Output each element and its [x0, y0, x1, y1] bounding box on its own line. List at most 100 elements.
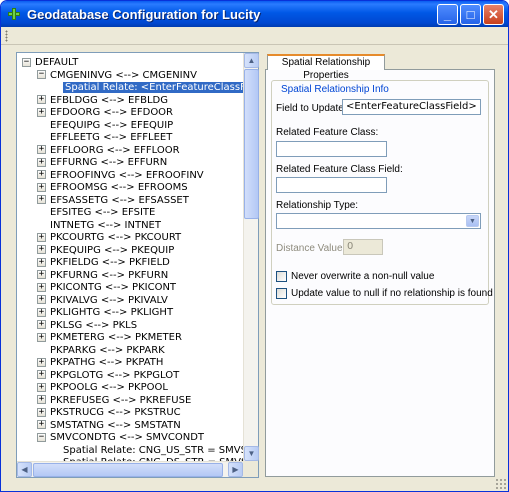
tree-node[interactable]: EFFLEETG <--> EFFLEET: [37, 131, 172, 144]
tree-node[interactable]: + EFBLDGG <--> EFBLDG: [37, 94, 168, 107]
never-overwrite-label[interactable]: Never overwrite a non-null value: [291, 271, 434, 282]
relationship-type-select[interactable]: ▼: [276, 213, 481, 229]
spatial-relationship-info-group: Spatial Relationship Info Field to Updat…: [271, 80, 493, 305]
tree-node[interactable]: + PKREFUSEG <--> PKREFUSE: [37, 394, 191, 407]
expand-plus-icon[interactable]: +: [37, 182, 46, 192]
scroll-left-icon[interactable]: ◀: [17, 462, 32, 477]
expand-plus-icon[interactable]: +: [37, 232, 46, 242]
collapse-minus-icon[interactable]: −: [37, 432, 46, 442]
tree-node[interactable]: + PKEQUIPG <--> PKEQUIP: [37, 244, 174, 257]
tree-node[interactable]: + PKICONTG <--> PKICONT: [37, 281, 176, 294]
horizontal-scroll-thumb[interactable]: [33, 463, 223, 477]
related-feature-class-field-input[interactable]: [276, 177, 387, 193]
tree-node-label: DEFAULT: [35, 57, 79, 68]
tree-node[interactable]: + EFROOMSG <--> EFROOMS: [37, 181, 188, 194]
maximize-button[interactable]: □: [460, 3, 481, 25]
tree-node-label: EFFLEETG <--> EFFLEET: [50, 132, 173, 143]
expand-plus-icon[interactable]: +: [37, 157, 46, 167]
vertical-scrollbar[interactable]: ▲ ▼: [243, 53, 259, 461]
horizontal-scrollbar[interactable]: ◀ ▶: [17, 461, 244, 477]
expand-plus-icon[interactable]: +: [37, 370, 46, 379]
panel-splitter[interactable]: [262, 53, 264, 477]
related-feature-class-label: Related Feature Class:: [276, 127, 379, 138]
tree-node[interactable]: PKPARKG <--> PKPARK: [37, 344, 165, 357]
tree-node[interactable]: + EFFLOORG <--> EFFLOOR: [37, 144, 180, 157]
update-null-checkbox[interactable]: [276, 288, 287, 299]
chevron-down-icon[interactable]: ▼: [466, 215, 479, 227]
expand-plus-icon[interactable]: +: [37, 107, 46, 117]
tree-view[interactable]: − DEFAULT − CMGENINVG <--> CMGENINV Spatial …: [16, 52, 259, 478]
tree-node[interactable]: + PKPATHG <--> PKPATH: [37, 356, 163, 369]
tree-node[interactable]: + PKFIELDG <--> PKFIELD: [37, 256, 170, 269]
expand-plus-icon[interactable]: +: [37, 95, 46, 104]
expand-plus-icon[interactable]: +: [37, 295, 46, 304]
tree-node[interactable]: + PKLIGHTG <--> PKLIGHT: [37, 306, 173, 319]
minimize-button[interactable]: _: [437, 3, 458, 25]
spatial-relate-item[interactable]: Spatial Relate: CNG_US_STR = SMVSTRUCG.: [50, 444, 244, 457]
expand-plus-icon[interactable]: +: [37, 332, 46, 342]
scroll-down-icon[interactable]: ▼: [244, 446, 259, 461]
tree-node[interactable]: − CMGENINVG <--> CMGENINV: [37, 69, 197, 82]
tree-node[interactable]: + SMSTATNG <--> SMSTATN: [37, 419, 181, 432]
expand-plus-icon[interactable]: +: [37, 270, 46, 279]
tree-node[interactable]: + PKIVALVG <--> PKIVALV: [37, 294, 168, 307]
resize-grip-icon[interactable]: [495, 478, 506, 489]
expand-plus-icon[interactable]: +: [37, 282, 46, 292]
tree-node-label: PKMETERG <--> PKMETER: [50, 332, 182, 343]
expand-plus-icon[interactable]: +: [37, 407, 46, 417]
scroll-up-icon[interactable]: ▲: [244, 53, 259, 68]
expand-plus-icon[interactable]: +: [37, 320, 46, 329]
field-to-update-input[interactable]: <EnterFeatureClassField>: [342, 99, 481, 115]
tree-node[interactable]: + PKLSG <--> PKLS: [37, 319, 137, 332]
tree-node[interactable]: + PKCOURTG <--> PKCOURT: [37, 231, 181, 244]
tree-node[interactable]: EFSITEG <--> EFSITE: [37, 206, 155, 219]
tree-node-label: PKPARKG <--> PKPARK: [50, 344, 165, 356]
expand-plus-icon[interactable]: +: [37, 357, 46, 367]
tree-node[interactable]: + PKMETERG <--> PKMETER: [37, 331, 182, 344]
tab-spatial-relationship-properties[interactable]: Spatial Relationship Properties: [267, 54, 385, 81]
related-feature-class-input[interactable]: [276, 141, 387, 157]
spatial-relate-item[interactable]: Spatial Relate: <EnterFeatureClassField>…: [50, 81, 244, 94]
update-null-label[interactable]: Update value to null if no relationship …: [291, 288, 493, 299]
expand-plus-icon[interactable]: +: [37, 420, 46, 429]
expand-plus-icon[interactable]: +: [37, 245, 46, 254]
tree-node[interactable]: INTNETG <--> INTNET: [37, 219, 161, 232]
tree-node[interactable]: − SMVCONDTG <--> SMVCONDT: [37, 431, 204, 444]
distance-value-label: Distance Value:: [276, 243, 346, 254]
expand-plus-icon[interactable]: +: [37, 195, 46, 204]
expand-plus-icon[interactable]: +: [37, 307, 46, 317]
tree-node[interactable]: + EFDOORG <--> EFDOOR: [37, 106, 173, 119]
tree-node-label: PKREFUSEG <--> PKREFUSE: [50, 394, 192, 406]
title-bar[interactable]: Geodatabase Configuration for Lucity _ □…: [1, 1, 508, 27]
tree-node-label: PKFIELDG <--> PKFIELD: [50, 257, 170, 268]
distance-value-input: 0: [343, 239, 383, 255]
toolbar-grip-icon[interactable]: [5, 30, 8, 42]
expand-plus-icon[interactable]: +: [37, 257, 46, 267]
tree-node[interactable]: + EFROOFINVG <--> EFROOFINV: [37, 169, 204, 182]
expand-plus-icon[interactable]: +: [37, 382, 46, 392]
expand-plus-icon[interactable]: +: [37, 395, 46, 404]
tree-node-label: CMGENINVG <--> CMGENINV: [50, 69, 197, 81]
tree-node[interactable]: + PKFURNG <--> PKFURN: [37, 269, 168, 282]
scroll-right-icon[interactable]: ▶: [228, 462, 243, 477]
field-to-update-label: Field to Update:: [276, 103, 347, 114]
tree-node[interactable]: + PKPOOLG <--> PKPOOL: [37, 381, 168, 394]
close-button[interactable]: ✕: [483, 3, 504, 25]
group-title: Spatial Relationship Info: [279, 84, 391, 95]
tree-node[interactable]: EFEQUIPG <--> EFEQUIP: [37, 119, 173, 132]
expand-plus-icon[interactable]: +: [37, 145, 46, 154]
tree-node-label: EFSITEG <--> EFSITE: [50, 207, 156, 218]
vertical-scroll-thumb[interactable]: [244, 69, 259, 219]
tree-node-label: EFROOFINVG <--> EFROOFINV: [50, 169, 204, 181]
collapse-minus-icon[interactable]: −: [22, 57, 31, 67]
tree-node[interactable]: + PKSTRUCG <--> PKSTRUC: [37, 406, 181, 419]
tree-node[interactable]: + EFSASSETG <--> EFSASSET: [37, 194, 189, 207]
tree-node[interactable]: − DEFAULT: [22, 56, 78, 69]
never-overwrite-checkbox[interactable]: [276, 271, 287, 282]
collapse-minus-icon[interactable]: −: [37, 70, 46, 79]
tree-node[interactable]: + PKPGLOTG <--> PKPGLOT: [37, 369, 179, 382]
expand-plus-icon[interactable]: +: [37, 170, 46, 179]
related-feature-class-field-label: Related Feature Class Field:: [276, 164, 403, 175]
tree-node[interactable]: + EFFURNG <--> EFFURN: [37, 156, 167, 169]
tree-node-label: Spatial Relate: CNG_US_STR = SMVSTRUCG.: [63, 444, 244, 456]
